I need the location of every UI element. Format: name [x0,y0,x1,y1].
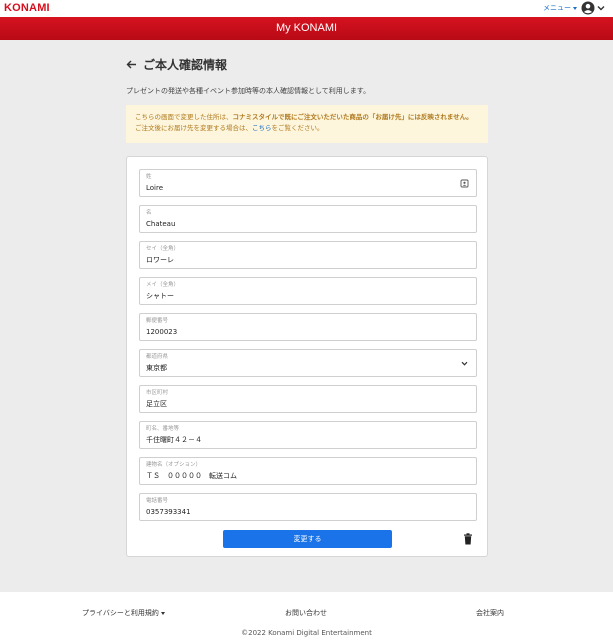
contact-link[interactable]: お問い合わせ [285,608,327,618]
first-name-kana-field[interactable]: メイ（全角） シャトー [139,277,477,305]
konami-logo[interactable]: KONAMI [4,3,50,14]
company-info-link[interactable]: 会社案内 [476,608,504,618]
footer: プライバシーと利用規約 お問い合わせ 会社案内 ©2022 Konami Dig… [0,592,613,640]
notice-line-1: こちらの画面で変更した住所は、コナミスタイルで既にご注文いただいた商品の「お届け… [135,113,473,121]
chevron-down-icon[interactable] [597,4,605,12]
page-title: ご本人確認情報 [143,58,228,72]
menu-label: メニュー [543,4,571,12]
address-notice: こちらの画面で変更した住所は、コナミスタイルで既にご注文いただいた商品の「お届け… [126,105,488,143]
last-name-kana-field[interactable]: セイ（全角） ロワーレ [139,241,477,269]
postal-code-field[interactable]: 郵便番号 1200023 [139,313,477,341]
notice-line-2: ご注文後にお届け先を変更する場合は、こちらをご覧ください。 [135,124,324,132]
chevron-down-icon [573,6,577,10]
chevron-down-icon [160,611,165,615]
prefecture-select[interactable]: 都道府県 東京都 [139,349,477,377]
menu-dropdown[interactable]: メニュー [543,4,577,13]
copyright: ©2022 Konami Digital Entertainment [241,629,372,637]
notice-link[interactable]: こちら [252,124,272,132]
profile-form-card: 姓 Loire 名 Chateau セイ（全角） ロワーレ メイ（全角） シャト… [126,156,488,557]
privacy-terms-dropdown[interactable]: プライバシーと利用規約 [82,608,165,618]
city-field[interactable]: 市区町村 足立区 [139,385,477,413]
user-account-icon[interactable] [581,1,595,15]
first-name-field[interactable]: 名 Chateau [139,205,477,233]
top-bar: KONAMI メニュー [0,0,613,17]
brand-bar: My KONAMI [0,17,613,40]
submit-change-button[interactable]: 変更する [223,530,392,548]
street-address-field[interactable]: 町名、番地等 千住曙町４２－４ [139,421,477,449]
building-name-field[interactable]: 建物名（オプション） ＴＳ ０００００ 転送コム [139,457,477,485]
phone-number-field[interactable]: 電話番号 0357393341 [139,493,477,521]
last-name-field[interactable]: 姓 Loire [139,169,477,197]
back-arrow-icon[interactable] [126,59,137,70]
page-description: プレゼントの発送や各種イベント参加時等の本人確認情報として利用します。 [126,87,371,95]
trash-icon[interactable] [463,533,473,545]
contact-card-icon [460,179,469,188]
chevron-down-icon [461,361,468,366]
brand-title[interactable]: My KONAMI [0,17,613,40]
